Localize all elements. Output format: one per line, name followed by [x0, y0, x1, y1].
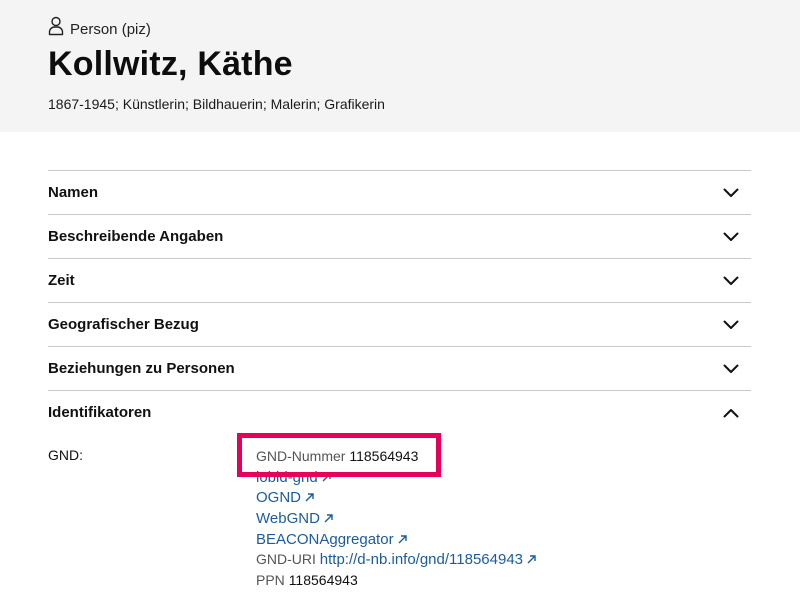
gnd-number-row: GND-Nummer 118564943	[256, 446, 676, 467]
chevron-down-icon	[723, 276, 739, 285]
accordion-label: Beziehungen zu Personen	[48, 359, 235, 377]
entity-type-label: Person (piz)	[70, 21, 151, 38]
accordion-label: Geografischer Bezug	[48, 315, 199, 333]
link-label: lobid-gnd	[256, 468, 318, 486]
chevron-down-icon	[723, 364, 739, 373]
link-label: http://d-nb.info/gnd/118564943	[319, 551, 524, 569]
accordion-label: Namen	[48, 183, 99, 201]
link-label: OGND	[256, 489, 301, 507]
page-title: Kollwitz, Käthe	[48, 45, 293, 83]
ognd-link[interactable]: OGND	[256, 489, 314, 506]
external-link-icon	[305, 493, 314, 502]
chevron-down-icon	[723, 232, 739, 241]
accordion-item-geografischer-bezug[interactable]: Geografischer Bezug	[48, 302, 751, 346]
link-label: BEACONAggregator	[256, 530, 394, 548]
gnd-uri-label: GND-URI	[256, 551, 316, 568]
identifier-list: GND-Nummer 118564943 lobid-gnd OGND WebG…	[256, 446, 676, 591]
beacon-aggregator-link[interactable]: BEACONAggregator	[256, 531, 407, 548]
record-subtitle: 1867-1945; Künstlerin; Bildhauerin; Male…	[48, 96, 385, 112]
accordion-item-identifikatoren[interactable]: Identifikatoren	[48, 390, 751, 434]
list-item: lobid-gnd	[256, 467, 676, 488]
ppn-value: 118564943	[288, 572, 358, 589]
chevron-down-icon	[723, 320, 739, 329]
gnd-number-value: 118564943	[349, 448, 419, 464]
link-label: WebGND	[256, 510, 320, 528]
list-item: WebGND	[256, 508, 676, 529]
gnd-number-label: GND-Nummer	[256, 448, 346, 464]
accordion-item-zeit[interactable]: Zeit	[48, 258, 751, 302]
gnd-uri-link[interactable]: http://d-nb.info/gnd/118564943	[320, 551, 536, 568]
accordion-label: Identifikatoren	[48, 403, 152, 421]
external-link-icon	[322, 472, 331, 482]
ppn-row: PPN 118564943	[256, 570, 676, 591]
external-link-icon	[527, 555, 536, 564]
lobid-gnd-link[interactable]: lobid-gnd	[256, 469, 331, 486]
webgnd-link[interactable]: WebGND	[256, 510, 333, 527]
accordion-item-beschreibende-angaben[interactable]: Beschreibende Angaben	[48, 214, 751, 258]
ppn-label: PPN	[256, 572, 285, 589]
chevron-up-icon	[723, 408, 739, 417]
accordion-label: Beschreibende Angaben	[48, 227, 224, 245]
record-header: Person (piz) Kollwitz, Käthe 1867-1945; …	[0, 0, 800, 132]
accordion-item-namen[interactable]: Namen	[48, 170, 751, 214]
person-icon	[48, 16, 64, 36]
external-link-icon	[324, 514, 333, 523]
chevron-down-icon	[723, 188, 739, 197]
accordion: Namen Beschreibende Angaben Zeit Geograf…	[48, 170, 751, 434]
list-item: OGND	[256, 487, 676, 508]
accordion-label: Zeit	[48, 271, 75, 289]
list-item: BEACONAggregator	[256, 529, 676, 550]
gnd-uri-row: GND-URI http://d-nb.info/gnd/118564943	[256, 549, 676, 570]
external-link-icon	[398, 535, 407, 544]
accordion-item-beziehungen-zu-personen[interactable]: Beziehungen zu Personen	[48, 346, 751, 390]
gnd-group-label: GND:	[48, 447, 83, 463]
